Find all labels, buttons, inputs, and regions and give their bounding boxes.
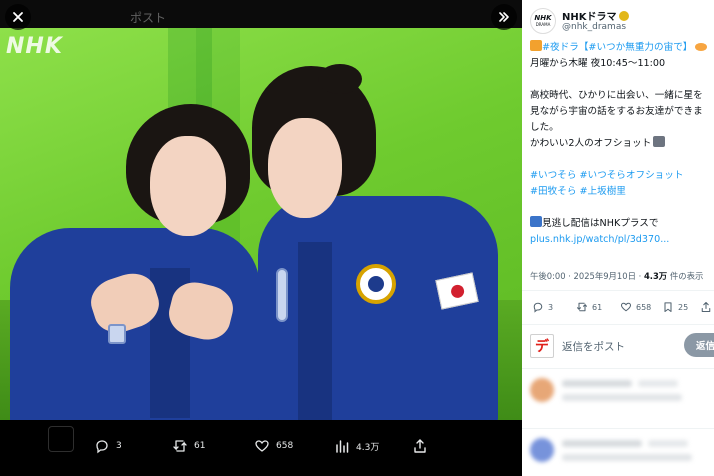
pen-badge-right [276, 268, 288, 322]
like-button[interactable]: 658 [620, 301, 651, 313]
reply-item-blurred[interactable] [530, 376, 714, 416]
hair-bun-right [318, 64, 362, 94]
divider [522, 290, 714, 291]
planet-emoji-icon [695, 43, 708, 51]
viewer-like-button[interactable]: 658 [254, 438, 293, 454]
viewer-reply-count: 3 [116, 441, 122, 451]
jumpsuit-right [258, 196, 498, 420]
post-view-label: 件の表示 [667, 271, 704, 281]
author-avatar[interactable]: NHK DRAMA [530, 8, 556, 34]
repost-button[interactable]: 61 [576, 301, 602, 313]
post-hashtags-1[interactable]: #いつそら #いつそらオフショット [530, 168, 708, 184]
repost-count: 61 [592, 302, 603, 312]
reply-composer: デ 返信をポスト 返信 [530, 332, 714, 360]
media-viewer-screen: NHK ポスト 3 61 658 4.3万 NHK DRAMA NHKドラマ @… [0, 0, 714, 476]
reply-icon [96, 440, 108, 454]
mission-patch [356, 264, 396, 304]
viewer-like-count: 658 [276, 441, 294, 451]
camera-emoji-icon [653, 136, 666, 147]
hashtag-title[interactable]: 【#いつか無重力の宙で】 [579, 42, 693, 53]
viewer-share-button[interactable] [412, 438, 428, 454]
post-panel: NHK DRAMA NHKドラマ @nhk_dramas #夜ドラ【#いつか無重… [522, 0, 714, 476]
reply-submit-button[interactable]: 返信 [684, 333, 714, 357]
post-meta: 午後0:00 · 2025年9月10日 · 4.3万 件の表示 [530, 270, 703, 282]
post-view-count: 4.3万 [643, 271, 668, 281]
bookmark-count: 25 [678, 302, 689, 312]
post-line-title: #夜ドラ【#いつか無重力の宙で】 [530, 40, 708, 56]
face-left [150, 136, 226, 236]
repost-icon [173, 440, 187, 452]
close-icon[interactable] [5, 4, 31, 30]
divider [522, 324, 714, 325]
post-hashtags-2[interactable]: #田牧そら #上坂樹里 [530, 184, 708, 200]
reply-avatar-blurred [530, 438, 554, 462]
post-watch-link[interactable]: plus.nhk.jp/watch/pl/3d370... [530, 232, 708, 248]
jumpsuit-zip-right [298, 242, 332, 420]
bookmark-button[interactable]: 25 [662, 301, 688, 313]
divider [522, 368, 714, 369]
share-icon [414, 439, 426, 453]
reply-input[interactable]: 返信をポスト [562, 339, 625, 354]
viewer-views-count: 4.3万 [356, 442, 380, 453]
views-chart-icon [336, 440, 349, 453]
reply-count: 3 [548, 302, 554, 312]
moon-emoji-icon [530, 40, 542, 51]
face-right [268, 118, 342, 218]
media-viewer: NHK ポスト 3 61 658 4.3万 [0, 0, 522, 476]
post-line-offshot: かわいい2人のオフショット [530, 136, 708, 152]
avatar-logo-main: NHK [534, 14, 552, 22]
post-author: NHK DRAMA NHKドラマ @nhk_dramas [530, 8, 710, 36]
divider [522, 428, 714, 429]
viewer-repost-count: 61 [194, 441, 206, 451]
heart-icon [255, 440, 269, 452]
post-line-schedule: 月曜から木曜 夜10:45～11:00 [530, 58, 666, 69]
top-hint-text: ポスト [130, 11, 167, 25]
share-button[interactable] [700, 301, 712, 313]
reply-button[interactable]: 3 [532, 301, 553, 313]
nhk-watermark: NHK [6, 34, 63, 59]
post-paragraph-story: 高校時代、ひかりに出会い、一緒に星を見ながら宇宙の話をするお友達ができました。 [530, 90, 703, 133]
viewer-repost-button[interactable]: 61 [172, 438, 205, 454]
heart-icon [620, 302, 632, 312]
verified-badge-icon [618, 11, 629, 21]
post-photo[interactable] [0, 28, 522, 420]
current-user-avatar[interactable]: デ [530, 334, 554, 358]
author-handle[interactable]: @nhk_dramas [562, 22, 626, 32]
ghost-avatar-icon [48, 426, 74, 452]
reply-avatar-blurred [530, 378, 554, 402]
reply-item-blurred[interactable] [530, 436, 714, 476]
hashtag-yoru-dora[interactable]: #夜ドラ [542, 42, 579, 53]
reply-icon [533, 302, 543, 313]
post-action-bar: 3 61 658 25 [530, 298, 714, 318]
like-count: 658 [636, 302, 652, 312]
post-line-watch: 見逃し配信はNHKプラスで [530, 216, 708, 232]
name-badge-left [108, 324, 126, 344]
post-text: #夜ドラ【#いつか無重力の宙で】 月曜から木曜 夜10:45～11:00 高校時… [530, 40, 708, 248]
author-name-row[interactable]: NHKドラマ [562, 8, 629, 23]
viewer-top-bar: ポスト [0, 0, 522, 32]
repost-icon [576, 302, 588, 312]
post-offshot-text: かわいい2人のオフショット [530, 138, 652, 149]
viewer-views-button[interactable]: 4.3万 [334, 438, 379, 454]
tv-emoji-icon [530, 216, 542, 227]
avatar-logo-sub: DRAMA [535, 22, 551, 27]
viewer-reply-button[interactable]: 3 [94, 438, 122, 454]
chevrons-right-icon[interactable] [491, 4, 517, 30]
share-icon [701, 301, 711, 313]
post-timestamp[interactable]: 午後0:00 · 2025年9月10日 · [530, 271, 644, 281]
bookmark-icon [664, 302, 672, 313]
post-watch-text: 見逃し配信はNHKプラスで [542, 218, 659, 229]
viewer-action-bar: 3 61 658 4.3万 [0, 420, 522, 476]
